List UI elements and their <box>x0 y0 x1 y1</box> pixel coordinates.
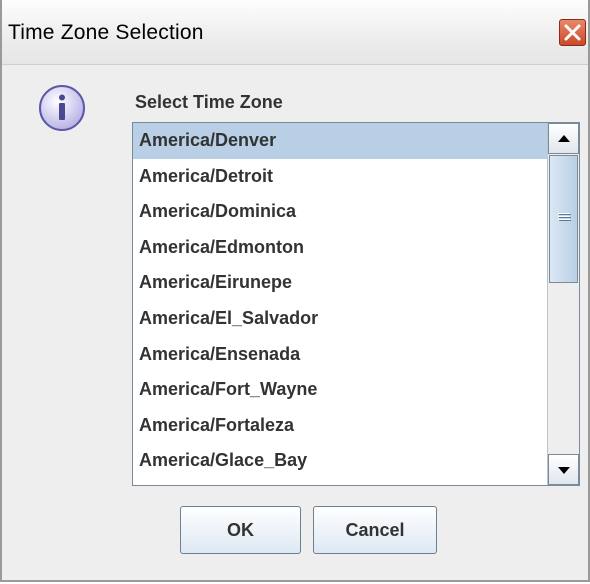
close-button[interactable] <box>559 19 586 46</box>
list-item[interactable]: America/El_Salvador <box>133 301 547 337</box>
time-zone-list[interactable]: America/Denver America/Detroit America/D… <box>132 122 580 486</box>
arrow-up-icon <box>558 135 570 142</box>
time-zone-dialog: Time Zone Selection Select Time Zone Ame… <box>0 0 590 582</box>
list-item[interactable]: America/Glace_Bay <box>133 443 547 479</box>
cancel-button[interactable]: Cancel <box>313 506 437 554</box>
arrow-down-icon <box>558 467 570 474</box>
list-item[interactable]: America/Ensenada <box>133 337 547 373</box>
list-item[interactable]: America/Fortaleza <box>133 408 547 444</box>
vertical-scrollbar[interactable] <box>547 123 579 485</box>
grip-icon <box>558 213 571 223</box>
list-item[interactable]: America/Detroit <box>133 159 547 195</box>
title-bar[interactable]: Time Zone Selection <box>2 0 588 65</box>
info-icon <box>39 85 85 131</box>
scroll-down-button[interactable] <box>548 454 579 485</box>
dialog-title: Time Zone Selection <box>8 21 204 44</box>
close-icon <box>564 24 581 41</box>
list-item[interactable]: America/Edmonton <box>133 230 547 266</box>
time-zone-list-items: America/Denver America/Detroit America/D… <box>133 123 547 485</box>
list-item[interactable]: America/Fort_Wayne <box>133 372 547 408</box>
scroll-up-button[interactable] <box>548 123 579 154</box>
ok-button[interactable]: OK <box>180 506 301 554</box>
list-item[interactable]: America/Dominica <box>133 194 547 230</box>
list-item[interactable]: America/Denver <box>133 123 547 159</box>
select-time-zone-label: Select Time Zone <box>135 92 283 112</box>
scroll-thumb[interactable] <box>549 155 578 283</box>
list-item[interactable]: America/Eirunepe <box>133 265 547 301</box>
